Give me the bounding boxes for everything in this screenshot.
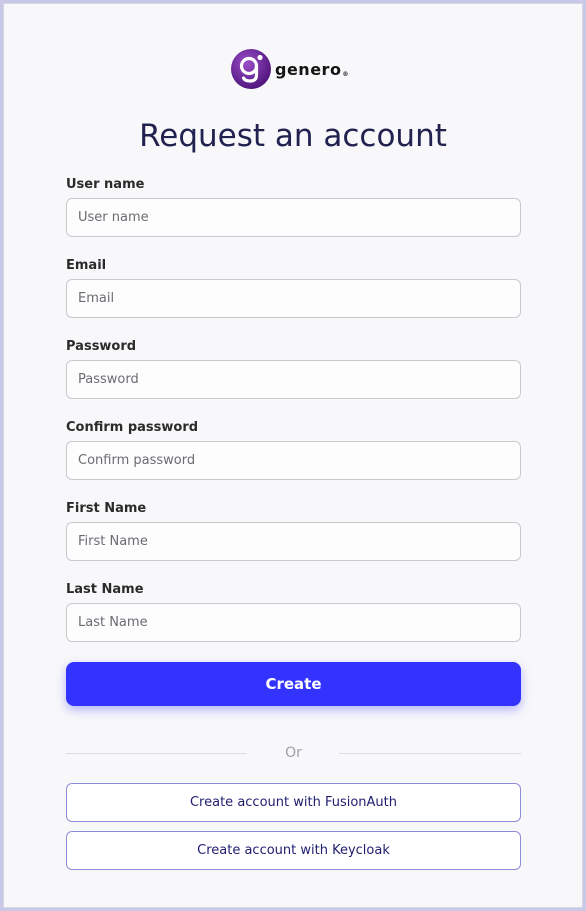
email-input[interactable] xyxy=(66,279,521,318)
confirm-password-label: Confirm password xyxy=(66,420,199,435)
email-field-group: Email xyxy=(66,257,521,338)
password-label: Password xyxy=(66,339,137,354)
brand-name: genero® xyxy=(275,60,349,79)
page-title: Request an account xyxy=(139,118,447,154)
create-button[interactable]: Create xyxy=(66,662,521,706)
password-input[interactable] xyxy=(66,360,521,399)
first-name-field-group: First Name xyxy=(66,500,521,581)
username-label: User name xyxy=(66,177,145,192)
username-input[interactable] xyxy=(66,198,521,237)
password-field-group: Password xyxy=(66,338,521,419)
brand-logo: genero® xyxy=(230,47,349,91)
signup-page: genero® Request an account User name Ema… xyxy=(3,3,583,908)
last-name-label: Last Name xyxy=(66,582,144,597)
confirm-password-input[interactable] xyxy=(66,441,521,480)
divider-line-right xyxy=(339,753,521,754)
email-label: Email xyxy=(66,258,107,273)
first-name-input[interactable] xyxy=(66,522,521,561)
genero-logo-icon xyxy=(231,49,271,89)
first-name-label: First Name xyxy=(66,501,147,516)
confirm-password-field-group: Confirm password xyxy=(66,419,521,500)
fusionauth-signup-button[interactable]: Create account with FusionAuth xyxy=(66,783,521,822)
last-name-input[interactable] xyxy=(66,603,521,642)
username-field-group: User name xyxy=(66,176,521,257)
registered-mark: ® xyxy=(342,71,349,78)
last-name-field-group: Last Name xyxy=(66,581,521,662)
signup-form: User name Email Password Confirm passwor… xyxy=(66,176,521,662)
or-divider: Or xyxy=(66,744,521,764)
keycloak-signup-button[interactable]: Create account with Keycloak xyxy=(66,831,521,870)
